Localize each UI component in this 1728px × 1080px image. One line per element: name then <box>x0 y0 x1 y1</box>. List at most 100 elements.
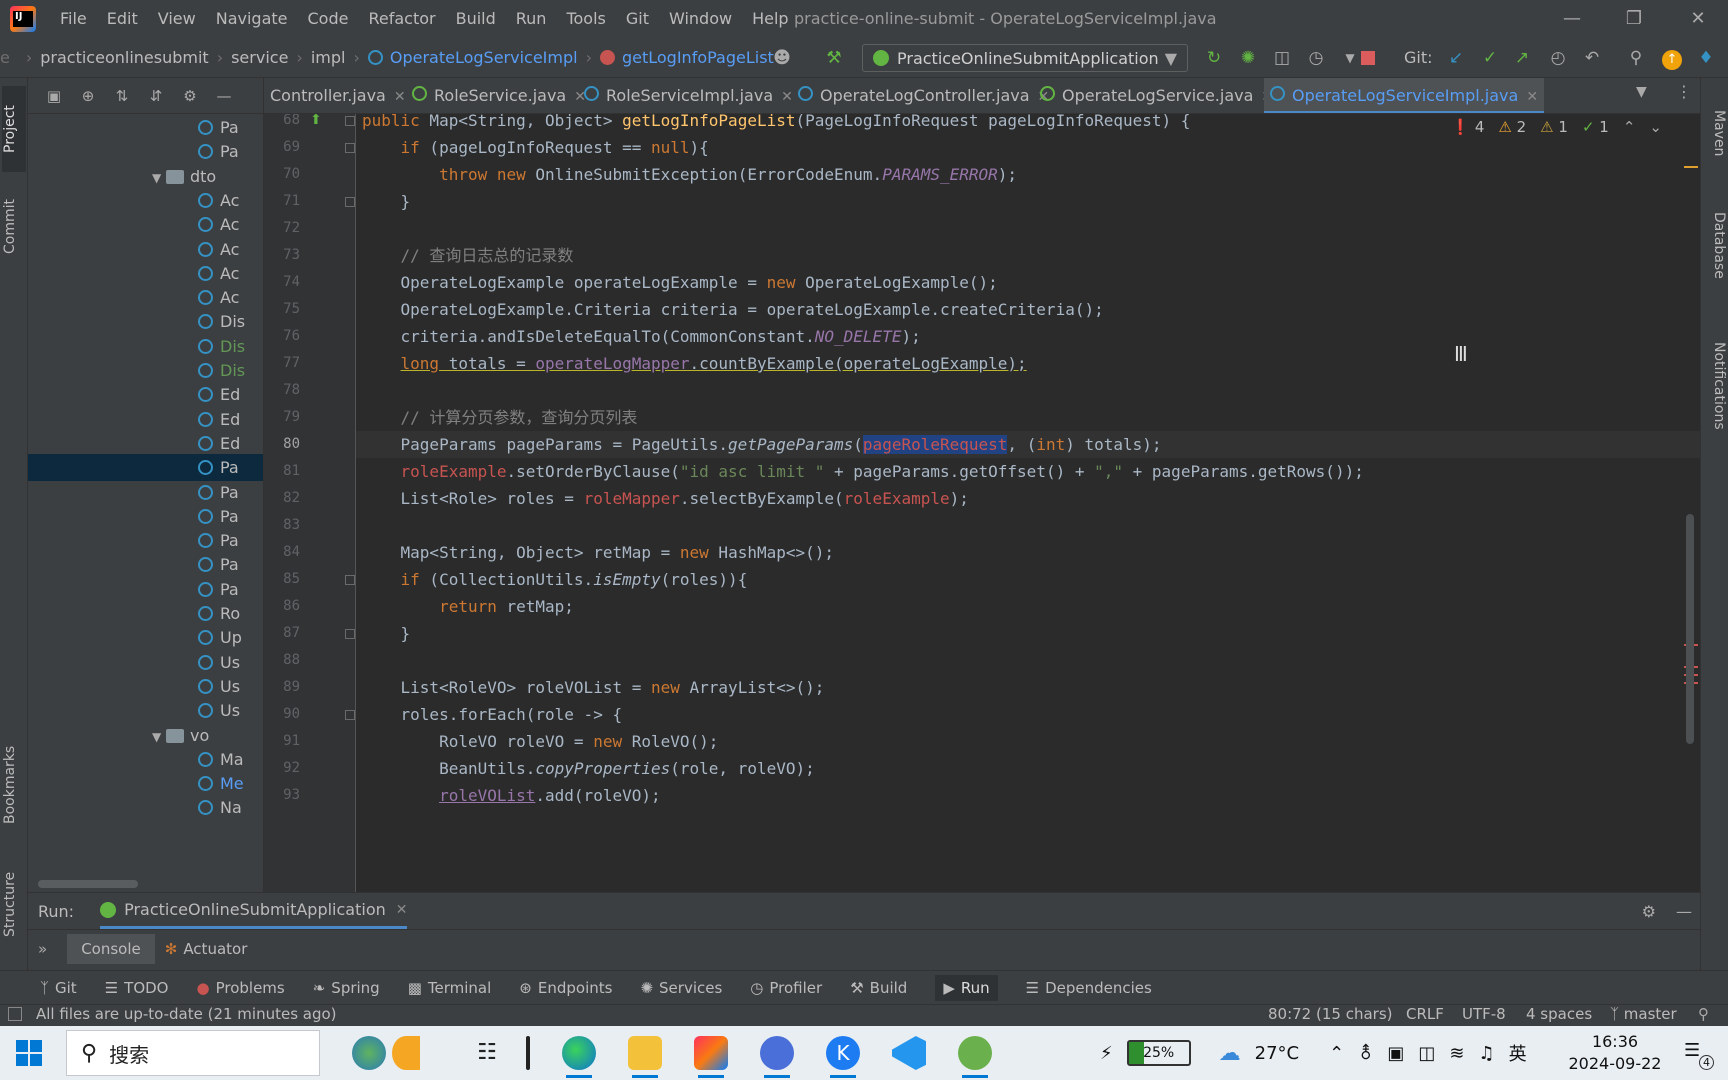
code-line[interactable]: RoleVO roleVO = new RoleVO(); <box>362 728 718 755</box>
indent-setting[interactable]: 4 spaces <box>1526 1005 1592 1023</box>
menu-view[interactable]: View <box>148 0 206 38</box>
tool-window-services[interactable]: ✺ Services <box>640 979 722 997</box>
next-highlight-icon[interactable]: ⌄ <box>1649 114 1662 141</box>
tree-item[interactable]: Pa <box>28 551 263 578</box>
git-update-icon[interactable]: ↙ <box>1444 46 1468 70</box>
bookmarks-tool-tab[interactable]: Bookmarks <box>2 730 26 840</box>
gear-icon[interactable]: ⚙ <box>1642 902 1656 921</box>
battery-icon[interactable]: ◫ <box>1418 1043 1435 1064</box>
editor-tab[interactable]: OperateLogServiceImpl.java ✕ <box>1264 78 1545 113</box>
hide-panel-icon[interactable]: — <box>214 86 234 106</box>
tree-folder-dto[interactable]: ▼ dto <box>28 163 263 190</box>
menu-edit[interactable]: Edit <box>97 0 148 38</box>
tree-item[interactable]: Na <box>28 794 263 821</box>
tree-item[interactable]: Ed <box>28 381 263 408</box>
close-icon[interactable]: ✕ <box>1526 89 1538 105</box>
console-tab[interactable]: Console <box>67 933 155 964</box>
breadcrumb-project[interactable]: practiceonlinesubmit <box>40 48 208 67</box>
menu-tools[interactable]: Tools <box>556 0 615 38</box>
wechat-icon[interactable] <box>958 1036 992 1078</box>
file-encoding[interactable]: UTF-8 <box>1462 1005 1506 1023</box>
tree-item[interactable]: Dis <box>28 308 263 335</box>
tree-item[interactable]: Pa <box>28 114 263 141</box>
code-editor[interactable]: 68 ⬆ 69 70 71 72 73 74 75 76 77 78 79 80 81 82 83 84 85 86 8… <box>264 114 1700 892</box>
build-hammer-icon[interactable]: ⚒ <box>822 46 846 70</box>
battery-indicator[interactable]: 25% <box>1126 1040 1191 1066</box>
breadcrumb-service[interactable]: service <box>231 48 288 67</box>
close-window-button[interactable]: ✕ <box>1670 0 1726 38</box>
microphone-icon[interactable]: ⚨ <box>1358 1043 1373 1064</box>
code-area[interactable]: public Map<String, Object> getLogInfoPag… <box>362 114 1662 892</box>
intellij-taskbar-icon[interactable] <box>694 1036 728 1078</box>
gear-icon[interactable]: ⚙ <box>180 86 200 106</box>
tool-window-todo[interactable]: ☰ TODO <box>105 979 169 997</box>
tree-item[interactable]: Us <box>28 673 263 700</box>
structure-tool-tab[interactable]: Structure <box>2 852 26 956</box>
warning-marker[interactable] <box>1684 166 1698 168</box>
widgets-icon[interactable] <box>352 1036 386 1070</box>
fold-marker-icon[interactable] <box>345 629 355 639</box>
code-line[interactable]: OperateLogExample.Criteria criteria = op… <box>362 296 1104 323</box>
breadcrumb-class[interactable]: OperateLogServiceImpl <box>367 48 578 67</box>
file-explorer-icon[interactable] <box>628 1036 662 1078</box>
tree-item[interactable]: Pa <box>28 503 263 530</box>
tree-item[interactable]: Ac <box>28 284 263 311</box>
tree-item[interactable]: Pa <box>28 479 263 506</box>
vscode-icon[interactable] <box>892 1036 926 1070</box>
search-icon[interactable]: ⚲ <box>1624 46 1648 70</box>
code-line[interactable]: return retMap; <box>362 593 574 620</box>
weather-temperature[interactable]: 27°C <box>1255 1043 1299 1064</box>
editor-tab[interactable]: OperateLogService.java✕ <box>1034 78 1279 113</box>
tree-item[interactable]: Us <box>28 649 263 676</box>
coverage-icon[interactable]: ◫ <box>1270 46 1294 70</box>
display-icon[interactable]: ▣ <box>1387 1043 1404 1064</box>
editor-vertical-scrollbar[interactable] <box>1686 514 1694 744</box>
tool-window-terminal[interactable]: ▩ Terminal <box>408 979 492 997</box>
close-icon[interactable]: ✕ <box>394 89 406 105</box>
taskbar-search-box[interactable]: ⚲ 搜索 <box>66 1030 320 1076</box>
code-line[interactable]: OperateLogExample operateLogExample = ne… <box>362 269 998 296</box>
code-line[interactable]: } <box>362 188 411 215</box>
project-tool-tab[interactable]: Project <box>2 86 26 172</box>
notification-center-icon[interactable]: ☰ 4 <box>1684 1040 1714 1070</box>
fold-marker-icon[interactable] <box>345 575 355 585</box>
edge-icon[interactable] <box>562 1036 596 1078</box>
code-line[interactable]: // 查询日志总的记录数 <box>362 242 574 269</box>
tree-item[interactable]: Ed <box>28 430 263 457</box>
tree-item[interactable]: Ac <box>28 260 263 287</box>
tab-list-chevron-icon[interactable]: ▼ <box>1636 84 1647 100</box>
code-line[interactable]: if (pageLogInfoRequest == null){ <box>362 134 709 161</box>
tree-item[interactable]: Pa <box>28 454 263 482</box>
implements-gutter-icon[interactable]: ⬆ <box>310 114 322 128</box>
database-tool-tab[interactable]: Database <box>1703 190 1727 300</box>
tree-item[interactable]: Pa <box>28 138 263 165</box>
menu-file[interactable]: File <box>50 0 97 38</box>
project-horizontal-scrollbar[interactable] <box>38 880 138 888</box>
commit-tool-tab[interactable]: Commit <box>2 182 26 272</box>
run-app-tab[interactable]: PracticeOnlineSubmitApplication ✕ <box>100 893 408 929</box>
expand-all-icon[interactable]: ⇅ <box>112 86 132 106</box>
locate-icon[interactable]: ⊕ <box>78 86 98 106</box>
menu-help[interactable]: Help <box>742 0 798 38</box>
tree-item[interactable]: Ac <box>28 236 263 263</box>
plugin-icon[interactable]: ♦ <box>1694 46 1718 70</box>
tree-item[interactable]: Us <box>28 697 263 724</box>
fold-marker-icon[interactable] <box>345 710 355 720</box>
tree-item[interactable]: Up <box>28 624 263 651</box>
run-config-select[interactable]: PracticeOnlineSubmitApplication ▼ <box>862 44 1188 72</box>
tool-window-build[interactable]: ⚒ Build <box>850 979 907 997</box>
menu-code[interactable]: Code <box>298 0 359 38</box>
tree-item[interactable]: Ac <box>28 211 263 238</box>
restore-button[interactable]: ❐ <box>1606 0 1662 38</box>
tool-window-dependencies[interactable]: ☰ Dependencies <box>1026 979 1152 997</box>
tree-item[interactable]: Ac <box>28 187 263 214</box>
menu-window[interactable]: Window <box>659 0 742 38</box>
actuator-tab[interactable]: ✻ Actuator <box>165 940 248 958</box>
tree-item[interactable]: Ro <box>28 600 263 627</box>
code-line[interactable]: criteria.andIsDeleteEqualTo(CommonConsta… <box>362 323 921 350</box>
update-icon[interactable]: ↑ <box>1660 46 1684 70</box>
line-separator[interactable]: CRLF <box>1406 1005 1444 1023</box>
editor-tab[interactable]: Controller.java ✕ <box>264 78 412 113</box>
power-plug-icon[interactable]: ⚡ <box>1100 1043 1113 1064</box>
cloud-weather-icon[interactable]: ☁ <box>1219 1041 1241 1066</box>
